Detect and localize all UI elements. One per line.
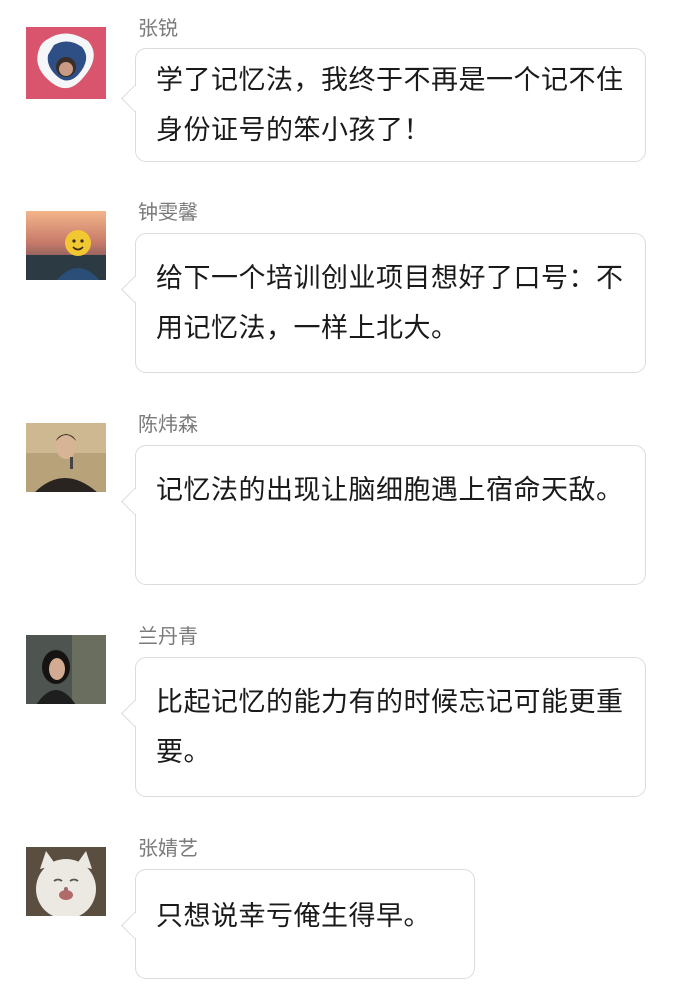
comment-bubble: 只想说幸亏俺生得早。 bbox=[121, 869, 475, 979]
comment-text: 只想说幸亏俺生得早。 bbox=[156, 901, 431, 932]
avatar[interactable] bbox=[26, 634, 106, 704]
avatar[interactable] bbox=[26, 422, 106, 492]
bubble-tail bbox=[121, 912, 148, 939]
comment-bubble: 学了记忆法，我终于不再是一个记不住身份证号的笨小孩了！ bbox=[121, 48, 646, 162]
avatar[interactable] bbox=[26, 210, 106, 280]
avatar[interactable] bbox=[26, 846, 106, 916]
comment-bubble: 记忆法的出现让脑细胞遇上宿命天敌。 bbox=[121, 445, 646, 585]
avatar[interactable] bbox=[26, 27, 106, 99]
comment-bubble: 给下一个培训创业项目想好了口号：不用记忆法，一样上北大。 bbox=[121, 233, 646, 373]
comment-bubble: 比起记忆的能力有的时候忘记可能更重要。 bbox=[121, 657, 646, 797]
bubble-tail bbox=[121, 700, 148, 727]
bubble-tail bbox=[121, 276, 148, 303]
commenter-name: 兰丹青 bbox=[138, 624, 198, 648]
comment-text: 给下一个培训创业项目想好了口号：不用记忆法，一样上北大。 bbox=[156, 263, 624, 344]
comment-text: 学了记忆法，我终于不再是一个记不住身份证号的笨小孩了！ bbox=[156, 65, 624, 146]
bubble-tail bbox=[121, 488, 148, 515]
commenter-name: 张锐 bbox=[138, 16, 178, 40]
commenter-name: 陈炜森 bbox=[138, 412, 198, 436]
comment-text: 记忆法的出现让脑细胞遇上宿命天敌。 bbox=[156, 475, 624, 506]
bubble-tail bbox=[121, 85, 148, 112]
comment-text: 比起记忆的能力有的时候忘记可能更重要。 bbox=[156, 687, 624, 768]
commenter-name: 张婧艺 bbox=[138, 836, 198, 860]
commenter-name: 钟雯馨 bbox=[138, 200, 198, 224]
